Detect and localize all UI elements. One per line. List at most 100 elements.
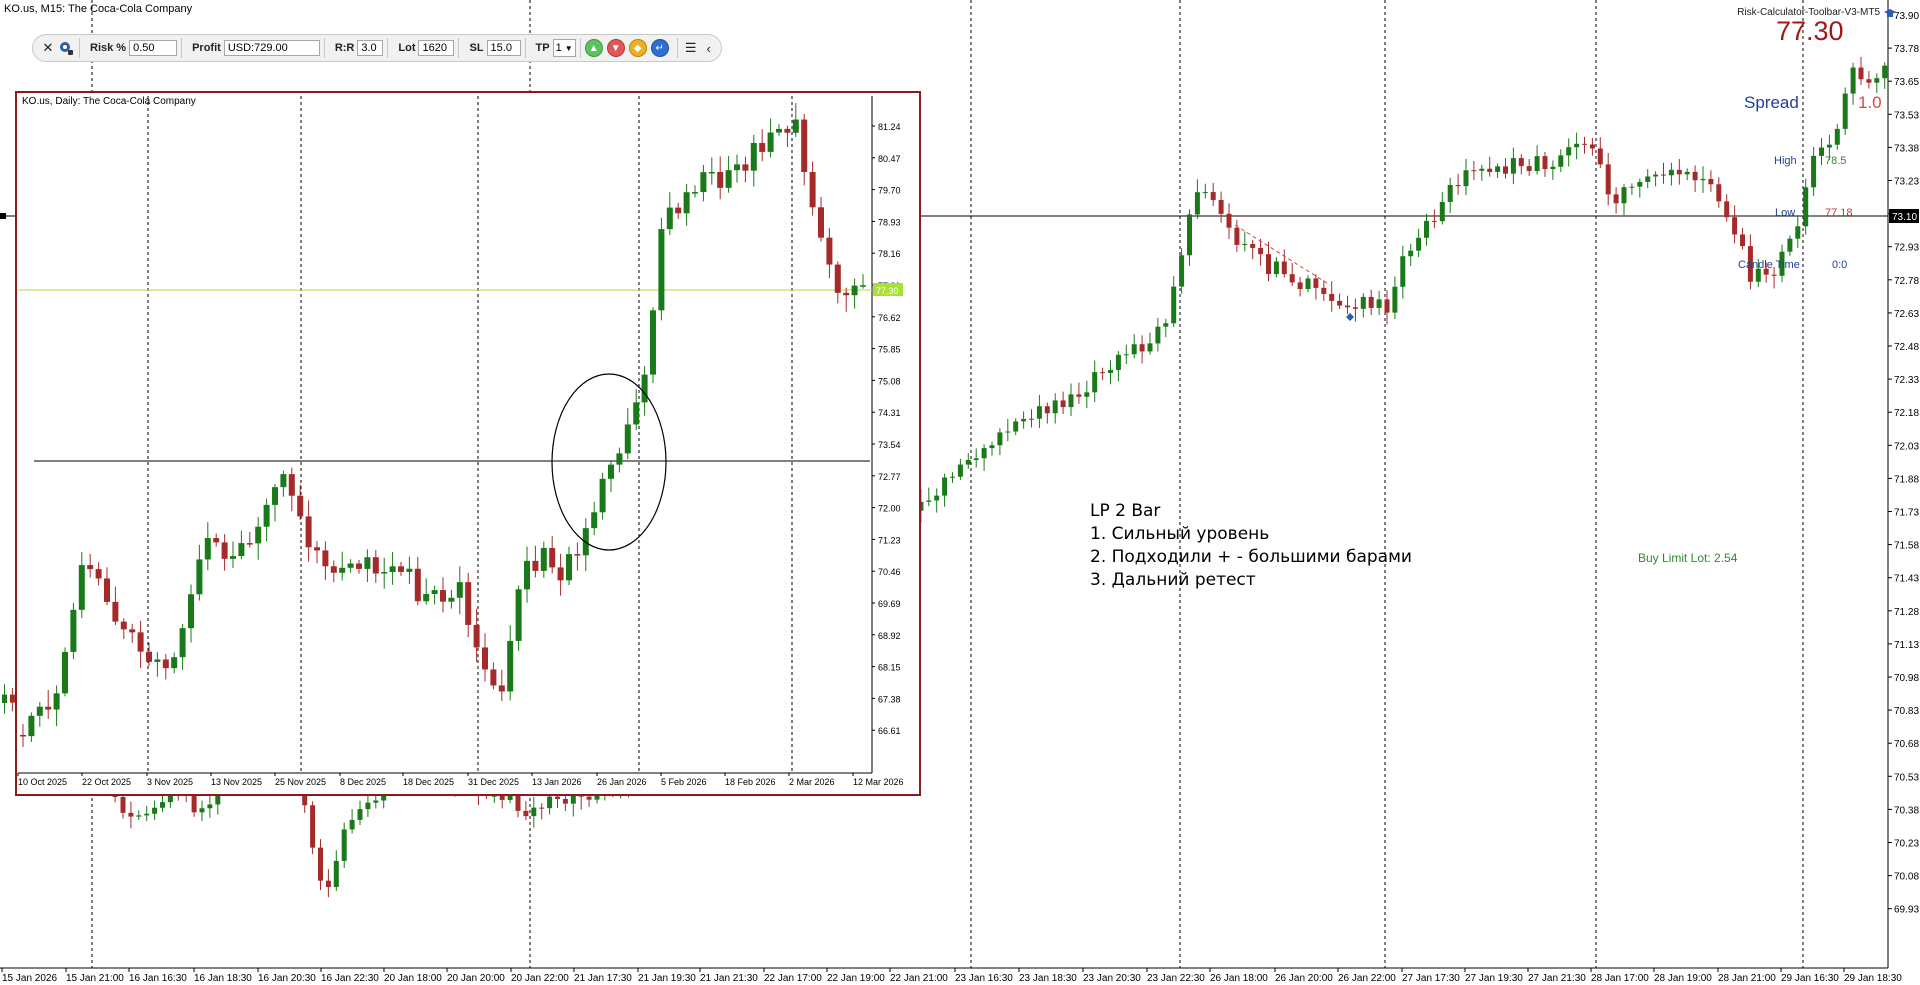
tp-select[interactable]: 1 ▼ [552, 39, 576, 57]
inset-date-tick-label: 13 Jan 2026 [532, 777, 582, 787]
rr-input[interactable]: 3.0 [357, 40, 384, 56]
inset-candle-body [213, 538, 220, 543]
trade-marker [1346, 313, 1354, 321]
chevron-down-icon[interactable]: ▼ [606, 39, 625, 57]
toolbar-divider [387, 38, 389, 58]
candle-body [1455, 185, 1461, 187]
candle-body [1668, 169, 1674, 176]
inset-candle-body [725, 170, 732, 188]
candle [1392, 276, 1398, 320]
candle [950, 472, 955, 483]
candle [1518, 154, 1524, 175]
tp-select-value: 1 [555, 42, 562, 54]
inset-candle-body [498, 685, 505, 692]
candle-body [1187, 214, 1192, 256]
menu-icon[interactable]: ☰ [682, 39, 700, 57]
candle-body [1179, 255, 1185, 287]
time-tick-label: 23 Jan 16:30 [955, 973, 1013, 984]
inset-candle-body [708, 171, 715, 174]
candle-body [128, 812, 134, 817]
candle-body [1439, 201, 1445, 222]
price-tick-label: 71.58 [1894, 541, 1919, 552]
inset-candle-body [776, 128, 782, 133]
candle-body [1321, 287, 1327, 294]
candle-body [357, 809, 363, 820]
profit-input[interactable]: USD:729.00 [223, 40, 320, 56]
candle-body [1842, 93, 1848, 129]
candle-body [1297, 282, 1303, 290]
sl-input[interactable]: 15.0 [486, 40, 521, 56]
enter-icon[interactable]: ↵ [650, 39, 669, 57]
diamond-icon[interactable]: ◆ [628, 39, 647, 57]
candle [1139, 335, 1145, 364]
candle-body [365, 802, 371, 810]
candle-body [1542, 156, 1548, 170]
inset-candle-body [490, 669, 497, 686]
candle [349, 809, 355, 834]
candle-body [1384, 299, 1390, 313]
inset-candle-body [767, 132, 774, 152]
inset-candle-body [339, 567, 346, 573]
candle [1368, 289, 1374, 315]
close-icon[interactable]: ✕ [39, 39, 57, 57]
candle-body [1637, 181, 1643, 187]
buy-limit-label: Buy Limit Lot: 2.54 [1638, 551, 1738, 565]
candle-body [942, 477, 948, 496]
lot-input[interactable]: 1620 [418, 40, 455, 56]
inset-candle-body [574, 554, 581, 556]
candle [1376, 290, 1382, 316]
spread-label: Spread [1744, 93, 1799, 112]
price-tick-label: 73.38 [1894, 143, 1919, 154]
candle-body [1708, 178, 1714, 185]
candle-body [1495, 166, 1501, 172]
candle-time-value: 0:0 [1832, 259, 1848, 271]
candle-body [1313, 278, 1319, 288]
inset-candle-body [692, 192, 698, 194]
chevron-left-icon[interactable]: ‹ [700, 39, 718, 57]
time-tick-label: 16 Jan 20:30 [258, 973, 316, 984]
candle-body [1621, 187, 1627, 204]
candle [1637, 178, 1643, 198]
inset-price-tick-label: 75.08 [878, 376, 901, 386]
candle-body [1226, 213, 1232, 228]
inset-candle-body [70, 609, 77, 652]
candle-body [1850, 67, 1856, 94]
candle [1005, 418, 1011, 442]
inset-candle-body [482, 647, 488, 670]
candle [1803, 178, 1809, 235]
inset-chart[interactable]: KO.us, Daily: The Coca-Cola Company 81.24… [15, 91, 921, 796]
candle-body [1368, 296, 1374, 308]
time-tick-label: 28 Jan 17:00 [1591, 973, 1649, 984]
inset-candle-body [280, 474, 287, 488]
candle [981, 444, 987, 471]
candle [1629, 183, 1635, 195]
risk-input[interactable]: 0.50 [129, 40, 178, 56]
time-tick-label: 15 Jan 2026 [2, 973, 57, 984]
candle-body [325, 880, 331, 888]
indicator-price: 77.30 [1776, 16, 1844, 46]
candle-body [1273, 261, 1279, 275]
candle-body [1029, 418, 1034, 420]
candle [1447, 177, 1453, 214]
candle-body [499, 795, 505, 800]
candle-body [1424, 220, 1429, 238]
candle [1795, 215, 1801, 249]
settings-icon[interactable] [57, 39, 75, 57]
candle [1566, 138, 1572, 167]
candle-body [1550, 166, 1556, 170]
price-line-handle[interactable] [0, 213, 6, 219]
inset-date-tick-label: 12 Mar 2026 [853, 777, 904, 787]
candle [160, 795, 165, 813]
main-chart[interactable]: 73.90 73.78 73.65 73.53 73.38 73.23 73.10 72.93… [0, 0, 1920, 985]
candle-body [1431, 220, 1437, 222]
candle [1131, 334, 1137, 359]
candle-body [1068, 394, 1074, 408]
candle [2, 684, 7, 714]
chevron-up-icon[interactable]: ▲ [584, 39, 603, 57]
candle [1289, 262, 1295, 286]
candle [1352, 298, 1358, 322]
candle [973, 448, 979, 468]
candle-body [562, 798, 568, 804]
inset-date-tick-label: 25 Nov 2025 [275, 777, 326, 787]
candle-body [207, 804, 213, 809]
